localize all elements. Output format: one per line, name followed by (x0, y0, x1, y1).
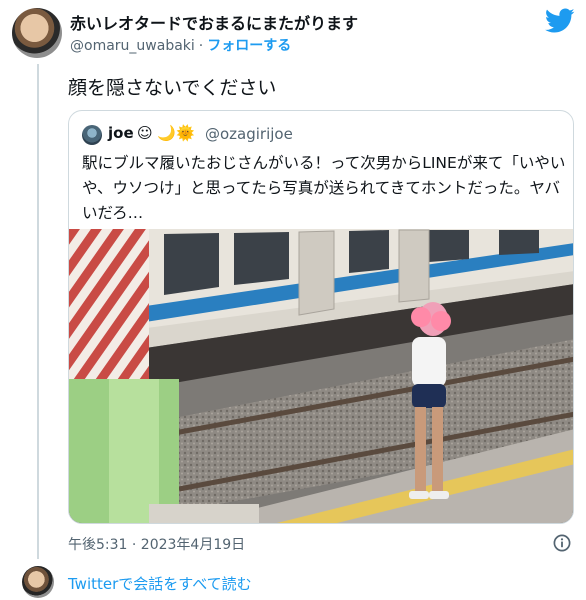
thread-line (37, 64, 39, 559)
quoted-author-emoji: ☺ 🌙🌞 (137, 124, 195, 142)
author-display-name[interactable]: 赤いレオタードでおまるにまたがります (70, 10, 358, 34)
reply-avatar[interactable] (22, 566, 54, 598)
read-conversation-link[interactable]: Twitterで会話をすべて読む (68, 573, 252, 594)
tweet-timestamp[interactable]: 午後5:31 · 2023年4月19日 (68, 534, 245, 554)
quoted-tweet-photo[interactable] (69, 229, 573, 523)
twitter-bird-icon[interactable] (545, 8, 575, 34)
follow-button[interactable]: フォローする (207, 38, 291, 54)
quoted-author-name: joe (108, 124, 134, 142)
quoted-author-avatar (82, 125, 102, 145)
author-handle[interactable]: @omaru_uwabaki (70, 38, 195, 54)
author-avatar[interactable] (12, 8, 62, 58)
handle-separator: · (198, 38, 204, 54)
quoted-author-handle: @ozagirijoe (205, 125, 293, 143)
quoted-tweet-card[interactable]: joe ☺ 🌙🌞 @ozagirijoe 駅にブルマ履いたおじさんがいる！って次… (68, 110, 574, 524)
info-icon[interactable] (553, 534, 571, 552)
author-handle-row: @omaru_uwabaki · フォローする (70, 35, 291, 55)
train-platform-photo (69, 229, 573, 523)
tweet-text: 顔を隠さないでください (68, 77, 277, 99)
quoted-tweet-text: 駅にブルマ履いたおじさんがいる！って次男からLINEが来て「いやいや、ウソつけ」… (82, 154, 566, 222)
